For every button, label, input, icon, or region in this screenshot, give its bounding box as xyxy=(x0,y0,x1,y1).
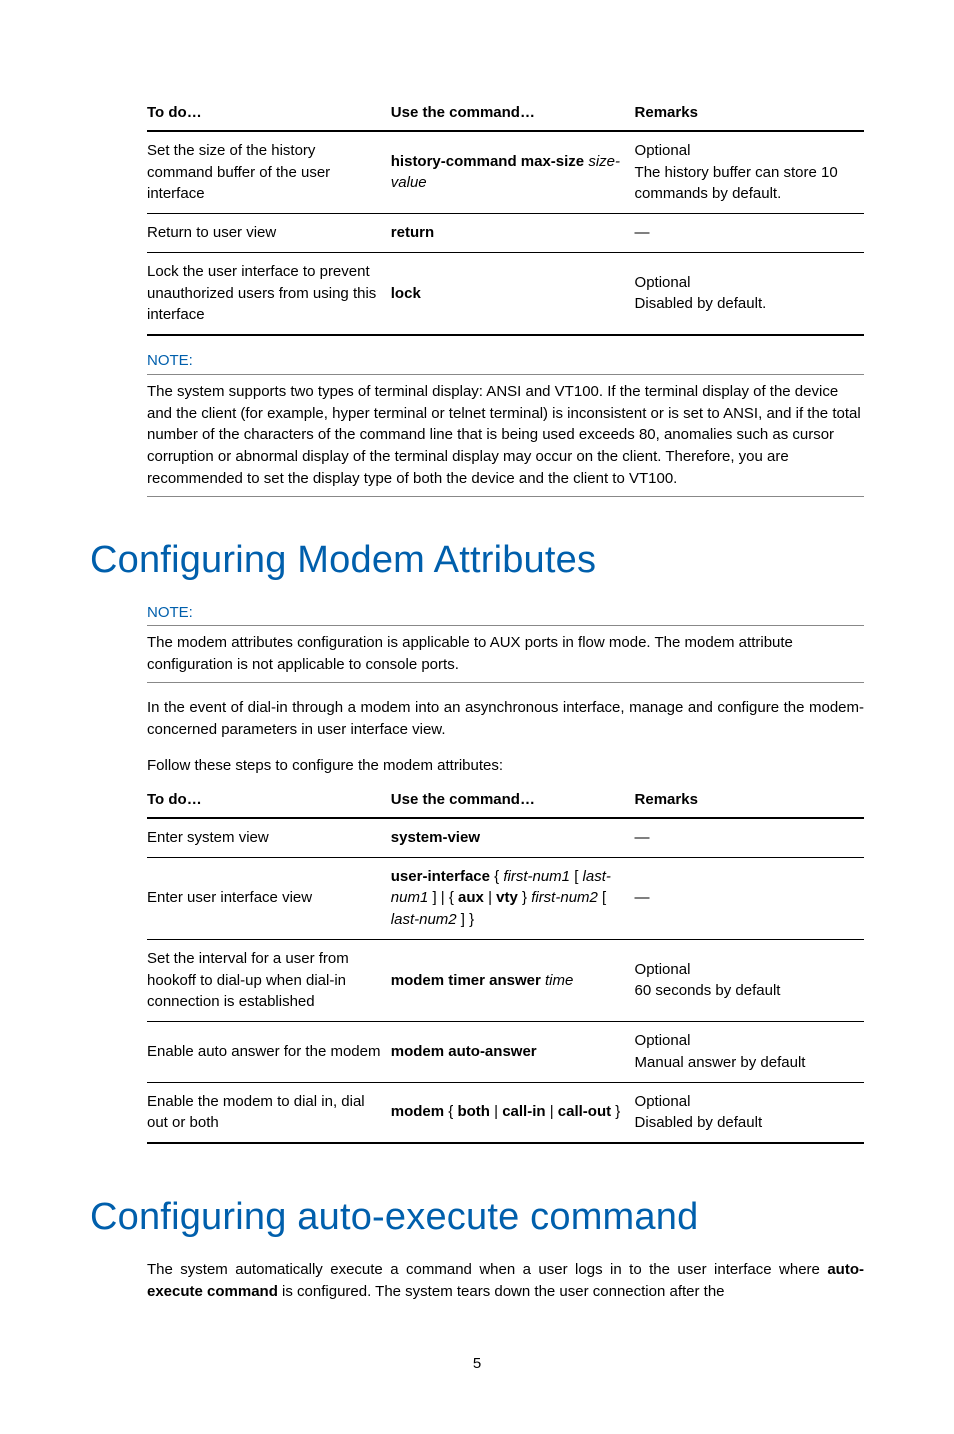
cmd-bold: aux xyxy=(458,889,484,906)
note-label: NOTE: xyxy=(147,602,864,624)
note-label: NOTE: xyxy=(147,350,864,372)
cell-cmd: modem auto-answer xyxy=(391,1022,635,1083)
cmd-bold: system-view xyxy=(391,829,480,846)
cmd-arg: first-num1 xyxy=(503,868,570,885)
cell-remarks: — xyxy=(635,818,864,857)
heading-modem-attributes: Configuring Modem Attributes xyxy=(90,533,864,588)
remark-line: Disabled by default. xyxy=(635,293,856,315)
table-row: Lock the user interface to prevent unaut… xyxy=(147,252,864,335)
paragraph: In the event of dial-in through a modem … xyxy=(147,697,864,741)
remark-line: Disabled by default xyxy=(635,1112,856,1134)
cell-cmd: user-interface { first-num1 [ last-num1 … xyxy=(391,857,635,939)
t1-h2: Use the command… xyxy=(391,96,635,131)
cell-todo: Enter system view xyxy=(147,818,391,857)
cmd-arg: last-num2 xyxy=(391,911,457,928)
cell-cmd: modem timer answer time xyxy=(391,939,635,1021)
table-row: Enable auto answer for the modem modem a… xyxy=(147,1022,864,1083)
table-row: Return to user view return — xyxy=(147,214,864,253)
t2-h2: Use the command… xyxy=(391,783,635,818)
note-text: The system supports two types of termina… xyxy=(147,383,861,487)
text-run: is configured. The system tears down the… xyxy=(278,1283,725,1300)
paragraph: The system automatically execute a comma… xyxy=(147,1259,864,1303)
cell-cmd: history-command max-size size-value xyxy=(391,131,635,214)
note-box: The modem attributes configuration is ap… xyxy=(147,625,864,683)
remark-line: Manual answer by default xyxy=(635,1052,856,1074)
cell-remarks: — xyxy=(635,857,864,939)
table-row: Set the interval for a user from hookoff… xyxy=(147,939,864,1021)
cell-remarks: Optional 60 seconds by default xyxy=(635,939,864,1021)
config-table-1: To do… Use the command… Remarks Set the … xyxy=(147,96,864,336)
cmd-bold: lock xyxy=(391,285,421,302)
page-number: 5 xyxy=(90,1353,864,1375)
cmd-bold: history-command max-size xyxy=(391,153,584,170)
cell-remarks: Optional Disabled by default xyxy=(635,1082,864,1143)
t1-h3: Remarks xyxy=(635,96,864,131)
t2-h1: To do… xyxy=(147,783,391,818)
remark-line: Optional xyxy=(635,272,856,294)
cmd-bold: call-in xyxy=(502,1103,545,1120)
remark-line: Optional xyxy=(635,1091,856,1113)
table-row: Enable the modem to dial in, dial out or… xyxy=(147,1082,864,1143)
cmd-bold: return xyxy=(391,224,434,241)
note-box: The system supports two types of termina… xyxy=(147,374,864,497)
cell-cmd: system-view xyxy=(391,818,635,857)
cell-todo: Enter user interface view xyxy=(147,857,391,939)
cell-remarks: — xyxy=(635,214,864,253)
cmd-arg: time xyxy=(545,972,573,989)
t2-h3: Remarks xyxy=(635,783,864,818)
cell-todo: Return to user view xyxy=(147,214,391,253)
cell-todo: Set the interval for a user from hookoff… xyxy=(147,939,391,1021)
note-text: The modem attributes configuration is ap… xyxy=(147,634,793,673)
cmd-bold: modem xyxy=(391,1103,444,1120)
config-table-2: To do… Use the command… Remarks Enter sy… xyxy=(147,783,864,1144)
cell-remarks: Optional The history buffer can store 10… xyxy=(635,131,864,214)
t1-h1: To do… xyxy=(147,96,391,131)
cell-cmd: return xyxy=(391,214,635,253)
cmd-bold: call-out xyxy=(558,1103,611,1120)
text-run: The system automatically execute a comma… xyxy=(147,1261,827,1278)
cell-todo: Lock the user interface to prevent unaut… xyxy=(147,252,391,335)
table-row: Set the size of the history command buff… xyxy=(147,131,864,214)
cell-todo: Set the size of the history command buff… xyxy=(147,131,391,214)
cell-remarks: Optional Manual answer by default xyxy=(635,1022,864,1083)
cell-cmd: modem { both | call-in | call-out } xyxy=(391,1082,635,1143)
remark-line: Optional xyxy=(635,959,856,981)
cell-cmd: lock xyxy=(391,252,635,335)
cmd-bold: both xyxy=(457,1103,489,1120)
table-row: Enter system view system-view — xyxy=(147,818,864,857)
cmd-bold: modem timer answer xyxy=(391,972,541,989)
cmd-bold: user-interface xyxy=(391,868,490,885)
cmd-bold: vty xyxy=(496,889,518,906)
cell-remarks: Optional Disabled by default. xyxy=(635,252,864,335)
remark-line: Optional xyxy=(635,140,856,162)
remark-line: The history buffer can store 10 commands… xyxy=(635,162,856,206)
remark-line: Optional xyxy=(635,1030,856,1052)
cmd-bold: modem auto-answer xyxy=(391,1043,537,1060)
paragraph: Follow these steps to configure the mode… xyxy=(147,755,864,777)
cmd-arg: first-num2 xyxy=(531,889,598,906)
table-row: Enter user interface view user-interface… xyxy=(147,857,864,939)
cell-todo: Enable the modem to dial in, dial out or… xyxy=(147,1082,391,1143)
heading-auto-execute: Configuring auto-execute command xyxy=(90,1190,864,1245)
remark-line: 60 seconds by default xyxy=(635,980,856,1002)
cell-todo: Enable auto answer for the modem xyxy=(147,1022,391,1083)
